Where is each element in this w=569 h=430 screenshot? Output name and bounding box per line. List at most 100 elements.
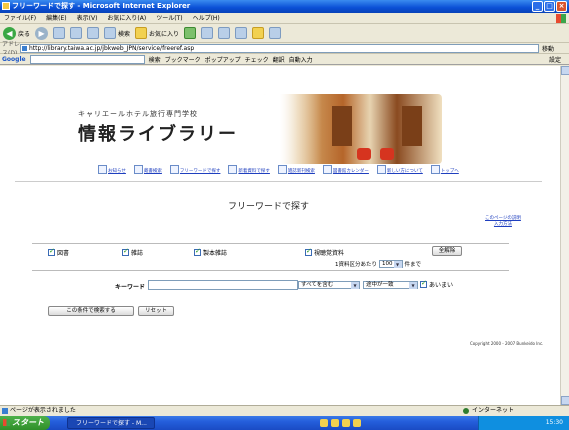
checkbox-fuzzy[interactable]: あいまい	[420, 279, 453, 289]
scroll-down-button[interactable]	[561, 396, 569, 405]
back-button[interactable]: ◀ 戻る	[3, 26, 30, 40]
ie-toolbar: ◀ 戻る ▶ 検索 お気に入り	[0, 24, 569, 43]
keyword-input[interactable]	[148, 280, 298, 290]
nav-freeword[interactable]: フリーワードで探す	[169, 165, 220, 174]
per-page-select[interactable]: 100	[379, 260, 403, 268]
minimize-button[interactable]: _	[532, 1, 543, 12]
google-toolbar: Google 検索 ブックマーク ポップアップ チェック 翻訳 自動入力 設定	[0, 54, 569, 65]
checkbox-books[interactable]: 図書	[48, 247, 69, 257]
google-logo[interactable]: Google	[2, 56, 26, 63]
material-type-filter: 図書 雑誌 製本雑誌 視聴覚資料 全解除 1資料区分あたり 100 件まで	[32, 243, 509, 271]
position-mode-select[interactable]: 途中が一致	[363, 281, 418, 289]
school-name: キャリエールホテル旅行専門学校	[78, 110, 198, 118]
checkbox-magazines[interactable]: 雑誌	[122, 247, 143, 257]
checkbox-box[interactable]	[48, 247, 55, 256]
clear-all-button[interactable]: 全解除	[432, 246, 462, 256]
per-page-suffix: 件まで	[404, 262, 422, 268]
bookshelf-shape	[402, 106, 422, 146]
home-icon	[430, 165, 440, 174]
stop-icon[interactable]	[53, 27, 66, 39]
window-titlebar: フリーワードで探す - Microsoft Internet Explorer …	[0, 0, 569, 13]
start-button[interactable]: スタート	[0, 416, 50, 430]
tray-icon[interactable]	[331, 419, 339, 427]
nav-magazines[interactable]: 雑誌新刊検索	[277, 165, 315, 174]
google-search-input[interactable]	[29, 54, 145, 64]
google-translate-button[interactable]: 翻訳	[273, 55, 285, 64]
chair-shape	[380, 148, 394, 160]
menu-help[interactable]: ヘルプ(H)	[193, 13, 220, 23]
chair-shape	[357, 148, 371, 160]
search-submit-button[interactable]: この条件で検索する	[48, 306, 134, 316]
nav-news[interactable]: お知らせ	[98, 165, 126, 174]
quick-icons	[320, 419, 361, 427]
bookshelf-shape	[332, 106, 352, 146]
messenger-icon[interactable]	[269, 27, 282, 39]
windows-logo-icon	[556, 14, 566, 23]
checkbox-box[interactable]	[420, 279, 427, 288]
home-icon[interactable]	[87, 27, 100, 39]
copyright: Copyright 2000 - 2007 Bunkeido Inc.	[470, 341, 544, 346]
address-bar: アドレス(D) http://library.taiwa.ac.jp/jbkwe…	[0, 41, 569, 57]
favorites-button[interactable]: お気に入り	[135, 27, 179, 39]
nav-new-arrivals[interactable]: 新着資料で探す	[228, 165, 270, 174]
search-button[interactable]: 検索	[104, 27, 130, 39]
close-button[interactable]: ×	[556, 1, 567, 12]
google-bookmarks-button[interactable]: ブックマーク	[165, 55, 201, 64]
freeword-icon	[169, 165, 179, 174]
menu-tools[interactable]: ツール(T)	[156, 13, 182, 23]
google-settings-button[interactable]: 設定	[549, 55, 561, 64]
nav-top[interactable]: トップへ	[430, 165, 459, 174]
menu-edit[interactable]: 編集(E)	[46, 13, 66, 23]
checkbox-box[interactable]	[194, 247, 201, 256]
maximize-button[interactable]: □	[544, 1, 555, 12]
help-link[interactable]: このページの説明 入力方法	[485, 216, 521, 228]
taskbar-ie-window[interactable]: フリーワードで探す - M...	[67, 417, 155, 429]
library-title: 情報ライブラリー	[78, 124, 238, 145]
nav-about[interactable]: 新しい方について	[376, 165, 423, 174]
nav-catalog[interactable]: 蔵書検索	[133, 165, 162, 174]
page-icon	[2, 408, 8, 414]
window-title: フリーワードで探す - Microsoft Internet Explorer	[12, 2, 191, 10]
menu-view[interactable]: 表示(V)	[77, 13, 98, 23]
per-page-label: 1資料区分あたり	[335, 262, 377, 268]
magazine-icon	[277, 165, 287, 174]
forward-button[interactable]: ▶	[35, 26, 49, 40]
status-bar: ページが表示されました インターネット	[0, 405, 569, 416]
about-icon	[376, 165, 386, 174]
page-title: フリーワードで探す	[228, 202, 310, 212]
reset-button[interactable]: リセット	[138, 306, 174, 316]
print-icon[interactable]	[218, 27, 231, 39]
checkbox-av-materials[interactable]: 視聴覚資料	[305, 247, 344, 257]
google-check-button[interactable]: チェック	[245, 55, 269, 64]
folder-icon[interactable]	[252, 27, 265, 39]
ie-icon	[2, 2, 10, 10]
new-arrivals-icon	[228, 165, 238, 174]
divider	[15, 181, 542, 182]
go-button[interactable]: 移動	[539, 44, 569, 53]
tray-icon[interactable]	[353, 419, 361, 427]
calendar-icon	[322, 165, 332, 174]
menu-favorites[interactable]: お気に入り(A)	[107, 13, 146, 23]
menu-bar: ファイル(F) 編集(E) 表示(V) お気に入り(A) ツール(T) ヘルプ(…	[0, 13, 569, 24]
history-icon[interactable]	[184, 27, 197, 39]
nav-calendar[interactable]: 図書館カレンダー	[322, 165, 369, 174]
edit-icon[interactable]	[235, 27, 248, 39]
tray-icon[interactable]	[342, 419, 350, 427]
refresh-icon[interactable]	[70, 27, 83, 39]
status-text: ページが表示されました	[10, 407, 76, 414]
tray-icon[interactable]	[320, 419, 328, 427]
google-search-button[interactable]: 検索	[149, 55, 161, 64]
checkbox-box[interactable]	[305, 247, 312, 256]
scroll-up-button[interactable]	[561, 66, 569, 75]
address-input[interactable]: http://library.taiwa.ac.jp/jbkweb_JPN/se…	[20, 43, 539, 53]
google-autofill-button[interactable]: 自動入力	[289, 55, 313, 64]
checkbox-box[interactable]	[122, 247, 129, 256]
search-icon	[104, 27, 117, 39]
menu-file[interactable]: ファイル(F)	[4, 13, 36, 23]
vertical-scrollbar[interactable]	[560, 66, 569, 405]
mail-icon[interactable]	[201, 27, 214, 39]
match-mode-select[interactable]: すべてを含む	[298, 281, 360, 289]
checkbox-bound-magazines[interactable]: 製本雑誌	[194, 247, 227, 257]
site-nav: お知らせ 蔵書検索 フリーワードで探す 新着資料で探す 雑誌新刊検索 図書館カレ…	[98, 165, 459, 174]
google-popups-button[interactable]: ポップアップ	[205, 55, 241, 64]
